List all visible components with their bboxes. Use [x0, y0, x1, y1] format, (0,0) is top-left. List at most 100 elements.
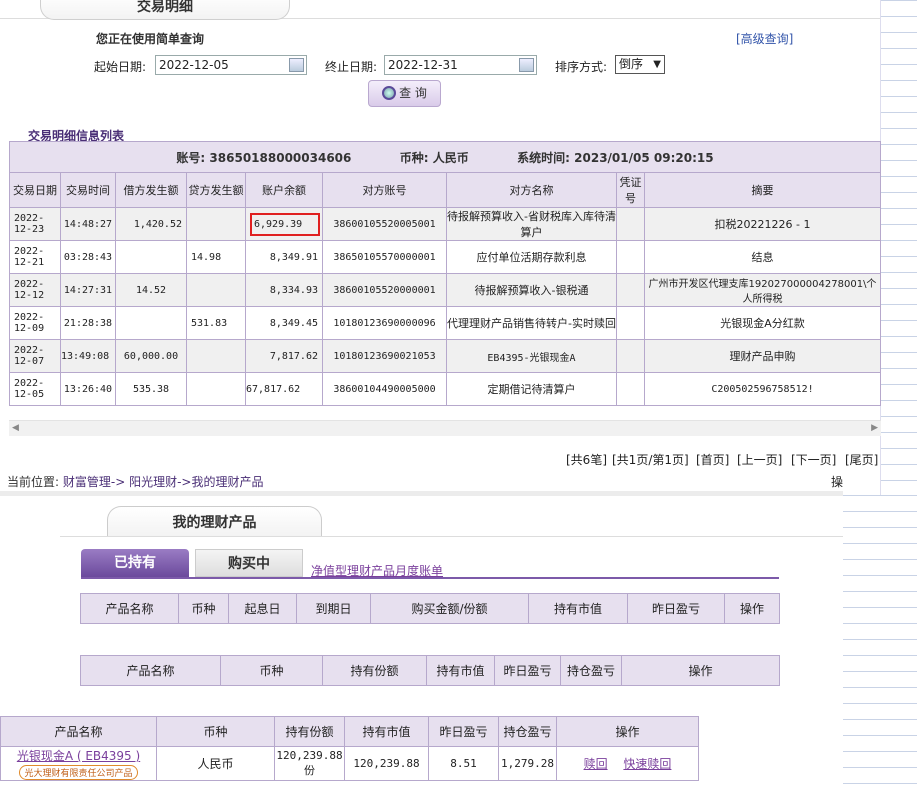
cell-cp-account: 10180123690000096	[322, 306, 447, 340]
section-separator	[0, 491, 843, 496]
advanced-query-link[interactable]: [高级查询]	[736, 30, 793, 47]
sort-select[interactable]: 倒序 ▼	[615, 55, 665, 74]
cell-date: 2022-12-05	[9, 372, 61, 406]
holding-row: 光银现金A ( EB4395 ) 光大理财有限责任公司产品 人民币 120,23…	[0, 746, 699, 781]
systime-label: 系统时间:	[517, 150, 570, 165]
cell-cp-account: 38600105520000001	[322, 273, 447, 307]
products-table-3: 产品名称 币种 持有份额 持有市值 昨日盈亏 持仓盈亏 操作 光银现金A ( E…	[0, 716, 699, 781]
p2-col-name: 产品名称	[80, 655, 221, 686]
end-date-value: 2022-12-31	[388, 58, 458, 72]
products-table-1: 产品名称 币种 起息日 到期日 购买金额/份额 持有市值 昨日盈亏 操作	[80, 593, 780, 624]
p3-col-name: 产品名称	[0, 716, 157, 747]
sort-label: 排序方式:	[555, 60, 608, 74]
cell-debit	[115, 240, 187, 274]
breadcrumb-wealth[interactable]: 财富管理->	[63, 475, 125, 489]
cell-date: 2022-12-23	[9, 207, 61, 241]
holding-shares: 120,239.88份	[274, 746, 345, 781]
table-row: 2022-12-23 14:48:27 1,420.52 6,929.39 38…	[9, 207, 881, 241]
pager-first[interactable]: [首页]	[696, 451, 729, 468]
pager-next[interactable]: [下一页]	[791, 451, 836, 468]
cell-cp-name: 代理理财产品销售待转户-实时赎回	[446, 306, 617, 340]
end-date-input[interactable]: 2022-12-31	[384, 55, 537, 75]
cell-cp-account: 10180123690021053	[322, 339, 447, 373]
account-info-bar: 账号: 38650188000034606 币种: 人民币 系统时间: 2023…	[9, 141, 881, 173]
col-time: 交易时间	[60, 172, 116, 208]
p2-col-shares: 持有份额	[322, 655, 427, 686]
cell-balance: 8,349.91	[245, 240, 323, 274]
pager-pages: [共1页/第1页]	[612, 453, 689, 467]
pager-total: [共6笔]	[566, 453, 607, 467]
cell-time: 14:48:27	[60, 207, 116, 241]
p3-col-currency: 币种	[156, 716, 275, 747]
cell-credit: 531.83	[186, 306, 246, 340]
breadcrumb: 当前位置: 财富管理-> 阳光理财->我的理财产品	[7, 473, 263, 490]
cell-summary: 光银现金A分红款	[644, 306, 881, 340]
cell-debit: 535.38	[115, 372, 187, 406]
horizontal-scrollbar[interactable]: ◀ ▶	[9, 420, 881, 436]
col-voucher: 凭证号	[616, 172, 645, 208]
p1-col-value: 持有市值	[528, 593, 628, 624]
globe-search-icon	[382, 86, 397, 100]
col-balance: 账户余额	[245, 172, 323, 208]
fast-redeem-link[interactable]: 快速赎回	[623, 757, 671, 771]
breadcrumb-sunshine[interactable]: 阳光理财->我的理财产品	[129, 475, 263, 489]
pager-last[interactable]: [尾页]	[845, 451, 878, 468]
simple-query-notice: 您正在使用简单查询	[96, 32, 205, 46]
col-debit: 借方发生额	[115, 172, 187, 208]
cell-voucher	[616, 339, 645, 373]
end-date-label: 终止日期:	[325, 60, 378, 74]
scroll-left-icon[interactable]: ◀	[12, 423, 19, 433]
currency-label: 币种:	[399, 150, 429, 165]
cell-voucher	[616, 306, 645, 340]
my-products-tab[interactable]: 我的理财产品	[107, 506, 322, 536]
account-label: 账号:	[176, 150, 206, 165]
cell-balance: 7,817.62	[245, 339, 323, 373]
tab-held[interactable]: 已持有	[81, 549, 189, 577]
calendar-icon[interactable]	[289, 58, 304, 72]
cell-cp-name: 应付单位活期存款利息	[446, 240, 617, 274]
col-cp-account: 对方账号	[322, 172, 447, 208]
holding-currency: 人民币	[156, 746, 275, 781]
holding-yesterday-pnl: 8.51	[428, 746, 499, 781]
cell-time: 13:49:08	[60, 339, 116, 373]
pager-prev[interactable]: [上一页]	[737, 451, 782, 468]
systime-value: 2023/01/05 09:20:15	[574, 150, 714, 165]
tab-buying[interactable]: 购买中	[195, 549, 303, 577]
cell-date: 2022-12-07	[9, 339, 61, 373]
table-row: 2022-12-05 13:26:40 535.38 67,817.62 386…	[9, 372, 881, 406]
cell-voucher	[616, 240, 645, 274]
start-date-value: 2022-12-05	[159, 58, 229, 72]
cell-credit: 14.98	[186, 240, 246, 274]
cell-debit	[115, 306, 187, 340]
col-summary: 摘要	[644, 172, 881, 208]
cell-time: 13:26:40	[60, 372, 116, 406]
product-name-link[interactable]: 光银现金A ( EB4395 )	[1, 747, 156, 764]
p2-col-currency: 币种	[220, 655, 323, 686]
cell-time: 03:28:43	[60, 240, 116, 274]
cell-debit: 14.52	[115, 273, 187, 307]
col-date: 交易日期	[9, 172, 61, 208]
cell-cp-name: 待报解预算收入-省财税库入库待清算户	[446, 207, 617, 241]
table-row: 2022-12-21 03:28:43 14.98 8,349.91 38650…	[9, 240, 881, 274]
transaction-detail-tab[interactable]: 交易明细	[40, 0, 290, 20]
scroll-right-icon[interactable]: ▶	[871, 423, 878, 433]
p1-col-start: 起息日	[228, 593, 297, 624]
cell-credit	[186, 372, 246, 406]
calendar-icon[interactable]	[519, 58, 534, 72]
p1-col-currency: 币种	[178, 593, 229, 624]
p1-col-name: 产品名称	[80, 593, 179, 624]
cell-cp-name: EB4395-光银现金A	[446, 339, 617, 373]
cell-credit	[186, 339, 246, 373]
redeem-link[interactable]: 赎回	[584, 757, 608, 771]
start-date-input[interactable]: 2022-12-05	[155, 55, 307, 75]
side-truncated-label: 操	[831, 475, 844, 489]
query-button-label: 查 询	[399, 86, 427, 100]
query-button[interactable]: 查 询	[368, 80, 441, 107]
holding-position-pnl: 1,279.28	[498, 746, 557, 781]
p3-col-position-pnl: 持仓盈亏	[498, 716, 557, 747]
currency-value: 人民币	[432, 150, 469, 165]
breadcrumb-prefix: 当前位置:	[7, 475, 60, 489]
sort-value: 倒序	[619, 57, 644, 71]
p3-col-value: 持有市值	[344, 716, 429, 747]
background-grid-lower	[843, 495, 917, 793]
